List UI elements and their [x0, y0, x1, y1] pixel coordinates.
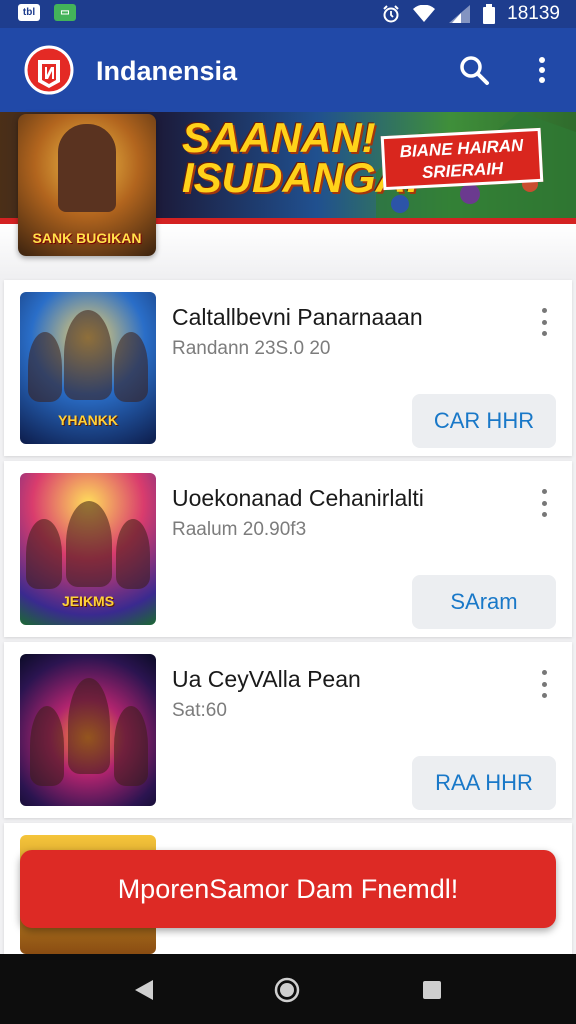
image-notification-icon: ▭ — [54, 4, 76, 21]
overflow-menu-button[interactable] — [520, 48, 564, 92]
thumb-figure — [28, 332, 62, 402]
wifi-icon — [413, 5, 436, 22]
search-icon — [460, 56, 489, 85]
thumb-figure — [114, 332, 148, 402]
banner-hero-art[interactable]: SANK BUGIKAN — [18, 114, 156, 256]
game-action-button[interactable]: SAram — [412, 575, 556, 629]
game-action-button[interactable]: CAR HHR — [412, 394, 556, 448]
thumbnail-logo: JEIKMS — [61, 593, 115, 609]
thumb-figure — [26, 519, 62, 589]
recents-button[interactable] — [418, 976, 446, 1004]
game-subtitle: Sat:60 — [172, 700, 227, 721]
game-title: Caltallbevni Panarnaaan — [172, 304, 423, 330]
more-vert-icon — [539, 57, 545, 83]
signal-icon — [449, 5, 471, 23]
app-bar: Indanensia — [0, 28, 576, 112]
status-time: 18139 — [507, 3, 560, 24]
game-card[interactable]: YHANKK Caltallbevni Panarnaaan Randann 2… — [4, 280, 572, 456]
notification-icons: tbl ▭ — [18, 4, 76, 21]
thumb-figure — [114, 706, 148, 786]
home-button[interactable] — [273, 976, 301, 1004]
system-icons: 18139 — [381, 3, 560, 25]
more-vert-icon[interactable] — [534, 670, 554, 698]
thumb-figure — [68, 678, 110, 774]
game-subtitle: Randann 23S.0 20 — [172, 338, 331, 359]
game-thumbnail[interactable] — [20, 654, 156, 806]
game-title: Uoekonanad Cehanirlalti — [172, 485, 424, 511]
search-button[interactable] — [452, 48, 496, 92]
status-bar: tbl ▭ 18139 — [0, 0, 576, 28]
app-title: Indanensia — [96, 56, 238, 86]
game-action-button[interactable]: RAA HHR — [412, 756, 556, 810]
home-icon — [274, 977, 300, 1003]
thumb-figure — [64, 310, 112, 400]
banner-tag: BIANE HAIRAN SRIERAIH — [380, 127, 544, 191]
thumb-figure — [116, 519, 150, 589]
thumb-figure — [66, 501, 112, 587]
cta-button[interactable]: MporenSamor Dam Fnemdl! — [20, 850, 556, 928]
hero-figure — [58, 124, 116, 212]
recents-icon — [423, 981, 441, 999]
game-card[interactable]: JEIKMS Uoekonanad Cehanirlalti Raalum 20… — [4, 461, 572, 637]
hero-logo: SANK BUGIKAN — [32, 230, 142, 246]
battery-icon — [483, 4, 496, 24]
more-vert-icon[interactable] — [534, 308, 554, 336]
game-card[interactable]: Ua CeyVAlla Pean Sat:60 RAA HHR — [4, 642, 572, 818]
game-subtitle: Raalum 20.90f3 — [172, 519, 307, 540]
system-nav-bar — [0, 954, 576, 1024]
more-vert-icon[interactable] — [534, 489, 554, 517]
back-icon — [135, 980, 153, 1000]
game-thumbnail[interactable]: YHANKK — [20, 292, 156, 444]
alarm-icon — [383, 5, 399, 23]
thumbnail-logo: YHANKK — [58, 412, 118, 428]
game-title: Ua CeyVAlla Pean — [172, 666, 361, 692]
app-notification-icon: tbl — [18, 4, 40, 21]
thumb-figure — [30, 706, 64, 786]
back-button[interactable] — [130, 976, 158, 1004]
game-thumbnail[interactable]: JEIKMS — [20, 473, 156, 625]
app-logo-icon[interactable] — [24, 42, 74, 98]
